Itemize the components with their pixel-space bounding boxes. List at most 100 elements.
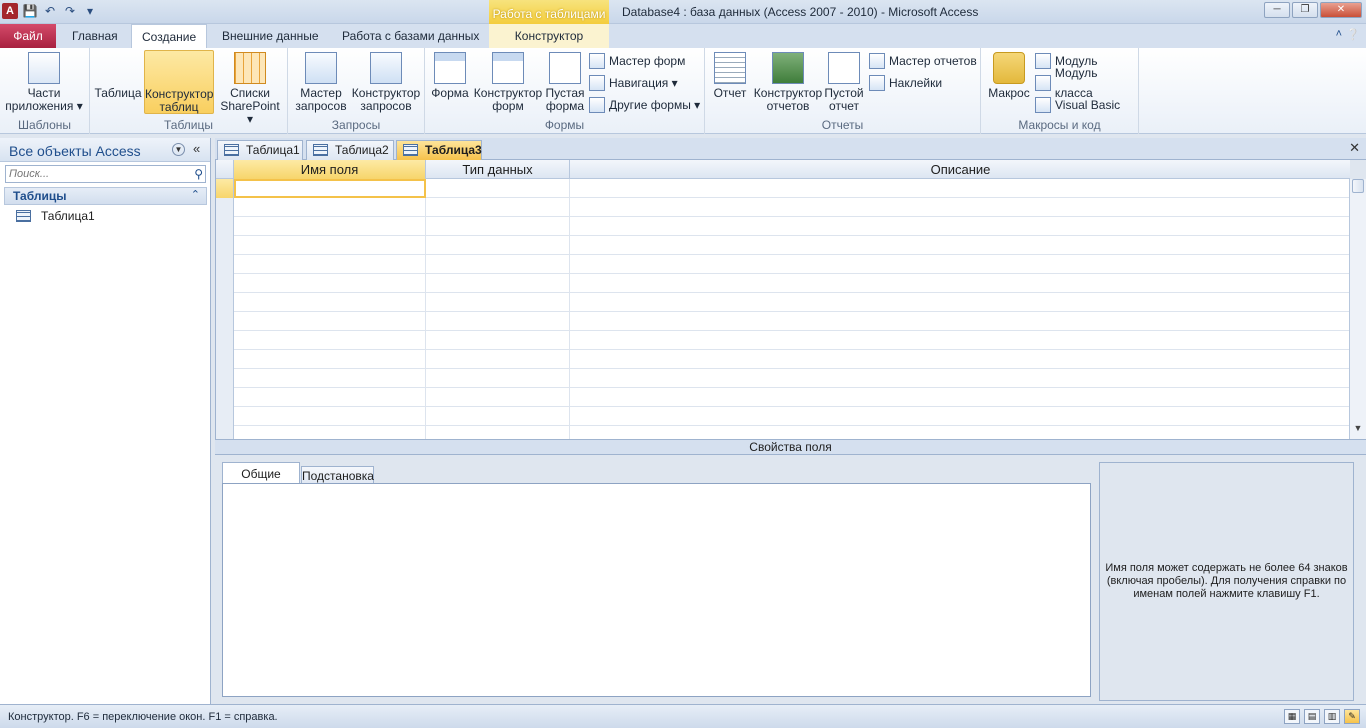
tab-general[interactable]: Общие: [222, 462, 300, 484]
description-cell[interactable]: [570, 198, 1350, 217]
collapse-pane-icon[interactable]: «: [193, 141, 200, 156]
data-type-cell[interactable]: [426, 426, 570, 439]
field-name-cell[interactable]: [234, 312, 426, 331]
form-button[interactable]: Форма: [431, 52, 469, 100]
report-wizard-button[interactable]: Мастер отчетов: [869, 51, 977, 71]
data-type-cell[interactable]: [426, 236, 570, 255]
table-row[interactable]: [216, 312, 1350, 331]
data-type-cell[interactable]: [426, 179, 570, 198]
report-design-button[interactable]: Конструктор отчетов: [753, 52, 823, 113]
table-button[interactable]: Таблица: [94, 52, 349, 244]
collapse-section-icon[interactable]: ⌃: [191, 188, 200, 201]
description-cell[interactable]: [570, 331, 1350, 350]
table-row[interactable]: [216, 236, 1350, 255]
tab-external-data[interactable]: Внешние данные: [212, 24, 329, 48]
column-field-name[interactable]: Имя поля: [234, 160, 426, 179]
row-selector[interactable]: [216, 217, 234, 236]
close-document-icon[interactable]: ✕: [1349, 140, 1360, 156]
description-cell[interactable]: [570, 293, 1350, 312]
customize-toolbar-icon[interactable]: ▾: [82, 3, 98, 19]
tab-design[interactable]: Конструктор: [489, 24, 609, 48]
field-name-cell[interactable]: [234, 369, 426, 388]
row-selector[interactable]: [216, 236, 234, 255]
row-selector[interactable]: [216, 331, 234, 350]
pivot-chart-view-icon[interactable]: ▥: [1324, 709, 1340, 724]
row-selector[interactable]: [216, 255, 234, 274]
field-name-cell[interactable]: [234, 426, 426, 439]
query-design-button[interactable]: Конструктор запросов: [350, 52, 422, 113]
navigation-pane-header[interactable]: Все объекты Access ▼ «: [0, 138, 210, 162]
table-row[interactable]: [216, 255, 1350, 274]
visual-basic-button[interactable]: Visual Basic: [1035, 95, 1120, 115]
undo-icon[interactable]: ↶: [42, 3, 58, 19]
table-row[interactable]: [216, 388, 1350, 407]
description-cell[interactable]: [570, 312, 1350, 331]
field-name-cell[interactable]: [234, 255, 426, 274]
description-cell[interactable]: [570, 388, 1350, 407]
data-type-cell[interactable]: [426, 217, 570, 236]
application-parts-button[interactable]: Части приложения ▾: [4, 52, 84, 113]
table-design-button[interactable]: Конструктор таблиц: [144, 50, 410, 245]
field-name-cell[interactable]: [234, 179, 426, 198]
row-selector[interactable]: [216, 179, 234, 198]
blank-form-button[interactable]: Пустая форма: [545, 52, 585, 113]
row-selector[interactable]: [216, 312, 234, 331]
nav-item-table1[interactable]: Таблица1: [16, 208, 95, 224]
labels-button[interactable]: Наклейки: [869, 73, 942, 93]
description-cell[interactable]: [570, 274, 1350, 293]
nav-search-input[interactable]: [6, 166, 186, 182]
data-type-cell[interactable]: [426, 369, 570, 388]
field-name-cell[interactable]: [234, 274, 426, 293]
report-button[interactable]: Отчет: [711, 52, 749, 100]
tab-database-tools[interactable]: Работа с базами данных: [332, 24, 489, 48]
data-type-cell[interactable]: [426, 198, 570, 217]
data-type-cell[interactable]: [426, 255, 570, 274]
table-row[interactable]: [216, 407, 1350, 426]
row-selector[interactable]: [216, 293, 234, 312]
data-type-cell[interactable]: [426, 331, 570, 350]
field-name-cell[interactable]: [234, 217, 426, 236]
table-row[interactable]: [216, 293, 1350, 312]
navigation-button[interactable]: Навигация ▾: [589, 73, 678, 93]
data-type-cell[interactable]: [426, 293, 570, 312]
table-row[interactable]: [216, 179, 1350, 198]
table-row[interactable]: [216, 369, 1350, 388]
row-selector[interactable]: [216, 350, 234, 369]
scroll-down-arrow[interactable]: ▼: [1352, 423, 1364, 437]
table-row[interactable]: [216, 217, 1350, 236]
field-name-cell[interactable]: [234, 331, 426, 350]
table-row[interactable]: [216, 198, 1350, 217]
blank-report-button[interactable]: Пустой отчет: [823, 52, 865, 113]
minimize-button[interactable]: ─: [1264, 2, 1290, 18]
access-app-icon[interactable]: A: [2, 3, 18, 19]
row-selector[interactable]: [216, 407, 234, 426]
field-name-cell[interactable]: [234, 350, 426, 369]
table-row[interactable]: [216, 331, 1350, 350]
close-window-button[interactable]: ✕: [1320, 2, 1362, 18]
maximize-button[interactable]: ❐: [1292, 2, 1318, 18]
doc-tab-table1[interactable]: Таблица1: [217, 140, 303, 160]
description-cell[interactable]: [570, 179, 1350, 198]
data-type-cell[interactable]: [426, 350, 570, 369]
search-icon[interactable]: ⚲: [194, 167, 203, 181]
field-name-cell[interactable]: [234, 236, 426, 255]
field-name-cell[interactable]: [234, 198, 426, 217]
nav-section-tables[interactable]: Таблицы ⌃: [4, 187, 207, 205]
description-cell[interactable]: [570, 369, 1350, 388]
tab-home[interactable]: Главная: [62, 24, 128, 48]
table-row[interactable]: [216, 350, 1350, 369]
grid-vertical-scrollbar[interactable]: ▼: [1349, 179, 1366, 439]
column-description[interactable]: Описание: [570, 160, 1350, 179]
data-type-cell[interactable]: [426, 407, 570, 426]
field-name-cell[interactable]: [234, 388, 426, 407]
table-row[interactable]: [216, 426, 1350, 439]
description-cell[interactable]: [570, 236, 1350, 255]
description-cell[interactable]: [570, 407, 1350, 426]
form-wizard-button[interactable]: Мастер форм: [589, 51, 685, 71]
row-selector[interactable]: [216, 388, 234, 407]
description-cell[interactable]: [570, 350, 1350, 369]
datasheet-view-icon[interactable]: ▦: [1284, 709, 1300, 724]
minimize-ribbon-icon[interactable]: ˄: [1336, 28, 1342, 40]
redo-icon[interactable]: ↷: [62, 3, 78, 19]
data-type-cell[interactable]: [426, 274, 570, 293]
